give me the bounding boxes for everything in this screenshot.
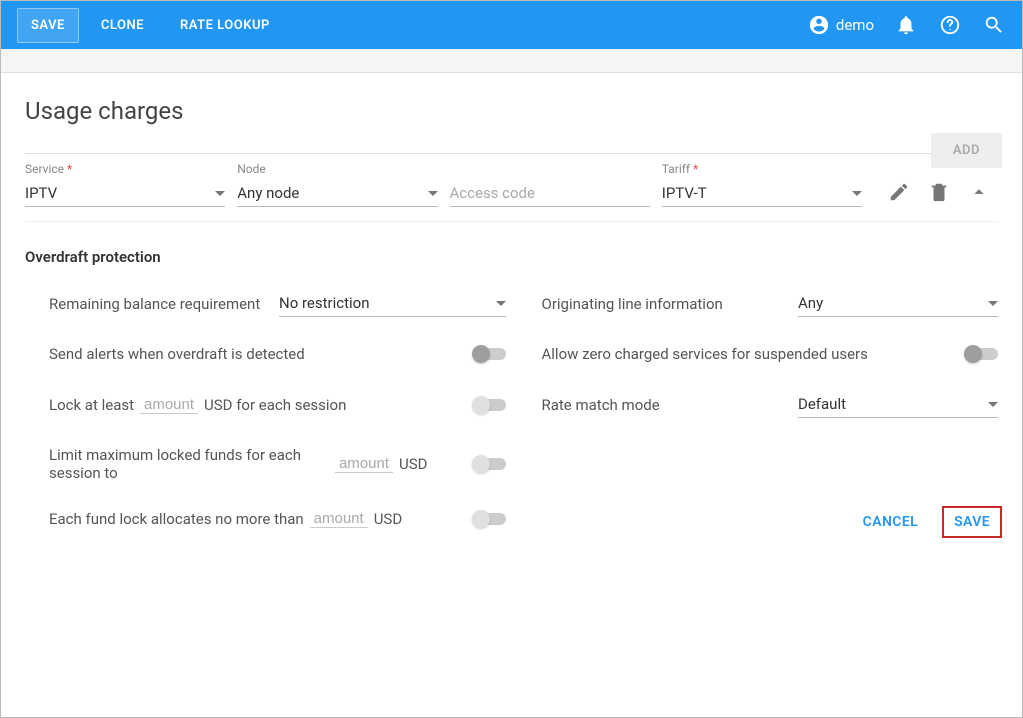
- account-icon: [808, 13, 830, 37]
- lock-prefix-label: Lock at least: [49, 396, 134, 414]
- collapse-icon[interactable]: [968, 181, 990, 203]
- save-dialog-button[interactable]: SAVE: [942, 506, 1002, 538]
- send-alerts-item: Send alerts when overdraft is detected: [49, 345, 506, 363]
- add-button[interactable]: ADD: [931, 133, 1002, 168]
- row-actions: [874, 181, 998, 207]
- page-title: Usage charges: [25, 97, 998, 125]
- tariff-field[interactable]: Tariff * IPTV-T: [662, 162, 862, 207]
- tariff-label: Tariff *: [662, 162, 862, 176]
- charge-row: Service * IPTV Node Any node Access code…: [25, 154, 998, 222]
- clone-button[interactable]: CLONE: [87, 8, 158, 43]
- chevron-down-icon: [852, 191, 862, 196]
- allow-zero-item: Allow zero charged services for suspende…: [542, 345, 999, 363]
- help-icon[interactable]: [938, 13, 962, 37]
- top-actions: SAVE CLONE RATE LOOKUP: [17, 8, 284, 43]
- chevron-down-icon: [428, 191, 438, 196]
- each-fund-toggle[interactable]: [472, 510, 506, 528]
- allow-zero-toggle[interactable]: [964, 345, 998, 363]
- chevron-down-icon: [988, 301, 998, 306]
- limit-max-item: Limit maximum locked funds for each sess…: [49, 446, 506, 482]
- oli-item: Originating line information Any: [542, 290, 999, 317]
- lock-at-least-toggle[interactable]: [472, 396, 506, 414]
- rate-match-select[interactable]: Default: [798, 391, 998, 418]
- remaining-balance-item: Remaining balance requirement No restric…: [49, 290, 506, 317]
- edit-icon[interactable]: [888, 181, 910, 203]
- node-field[interactable]: Node Any node: [237, 162, 437, 207]
- remaining-balance-select[interactable]: No restriction: [279, 290, 506, 317]
- service-value: IPTV: [25, 184, 215, 202]
- each-fund-label: Each fund lock allocates no more than: [49, 510, 304, 528]
- tariff-select[interactable]: IPTV-T: [662, 180, 862, 207]
- lock-suffix-label: USD for each session: [204, 396, 346, 414]
- overdraft-section: Overdraft protection Remaining balance r…: [25, 222, 998, 528]
- rate-match-value: Default: [798, 395, 988, 413]
- each-fund-amount-input[interactable]: [310, 510, 368, 528]
- chevron-down-icon: [215, 191, 225, 196]
- lock-amount-input[interactable]: [140, 396, 198, 414]
- limit-max-label: Limit maximum locked funds for each sess…: [49, 446, 329, 482]
- limit-amount-input[interactable]: [335, 455, 393, 473]
- save-button[interactable]: SAVE: [17, 8, 79, 43]
- send-alerts-label: Send alerts when overdraft is detected: [49, 345, 462, 363]
- chevron-down-icon: [496, 301, 506, 306]
- chevron-down-icon: [988, 402, 998, 407]
- limit-max-toggle[interactable]: [472, 455, 506, 473]
- section-title: Overdraft protection: [25, 248, 998, 266]
- node-value: Any node: [237, 184, 427, 202]
- node-label: Node: [237, 162, 437, 176]
- user-chip[interactable]: demo: [808, 13, 874, 37]
- top-right: demo: [808, 13, 1006, 37]
- access-code-input[interactable]: Access code: [450, 180, 650, 207]
- access-code-value: Access code: [450, 184, 650, 202]
- allow-zero-label: Allow zero charged services for suspende…: [542, 345, 955, 363]
- send-alerts-toggle[interactable]: [472, 345, 506, 363]
- rate-lookup-button[interactable]: RATE LOOKUP: [166, 8, 284, 43]
- lock-at-least-item: Lock at least USD for each session: [49, 391, 506, 418]
- usd-label: USD: [374, 510, 402, 528]
- search-icon[interactable]: [982, 13, 1006, 37]
- delete-icon[interactable]: [928, 181, 950, 203]
- each-fund-item: Each fund lock allocates no more than US…: [49, 510, 506, 528]
- oli-label: Originating line information: [542, 295, 789, 313]
- service-field[interactable]: Service * IPTV: [25, 162, 225, 207]
- top-app-bar: SAVE CLONE RATE LOOKUP demo: [1, 1, 1022, 49]
- dialog-footer: CANCEL SAVE: [851, 506, 1002, 538]
- access-code-field[interactable]: Access code: [450, 176, 650, 207]
- service-label: Service *: [25, 162, 225, 176]
- oli-select[interactable]: Any: [798, 290, 998, 317]
- rate-match-item: Rate match mode Default: [542, 391, 999, 418]
- remaining-balance-value: No restriction: [279, 294, 496, 312]
- rate-match-label: Rate match mode: [542, 396, 789, 414]
- oli-value: Any: [798, 294, 988, 312]
- node-select[interactable]: Any node: [237, 180, 437, 207]
- user-name: demo: [836, 16, 874, 34]
- usd-label: USD: [399, 455, 427, 473]
- remaining-balance-label: Remaining balance requirement: [49, 295, 269, 313]
- page: Usage charges ADD Service * IPTV Node An…: [1, 73, 1022, 552]
- notifications-icon[interactable]: [894, 13, 918, 37]
- service-select[interactable]: IPTV: [25, 180, 225, 207]
- cancel-button[interactable]: CANCEL: [851, 506, 930, 538]
- sub-bar: [1, 49, 1022, 73]
- overdraft-grid: Remaining balance requirement No restric…: [49, 290, 998, 528]
- tariff-value: IPTV-T: [662, 184, 852, 202]
